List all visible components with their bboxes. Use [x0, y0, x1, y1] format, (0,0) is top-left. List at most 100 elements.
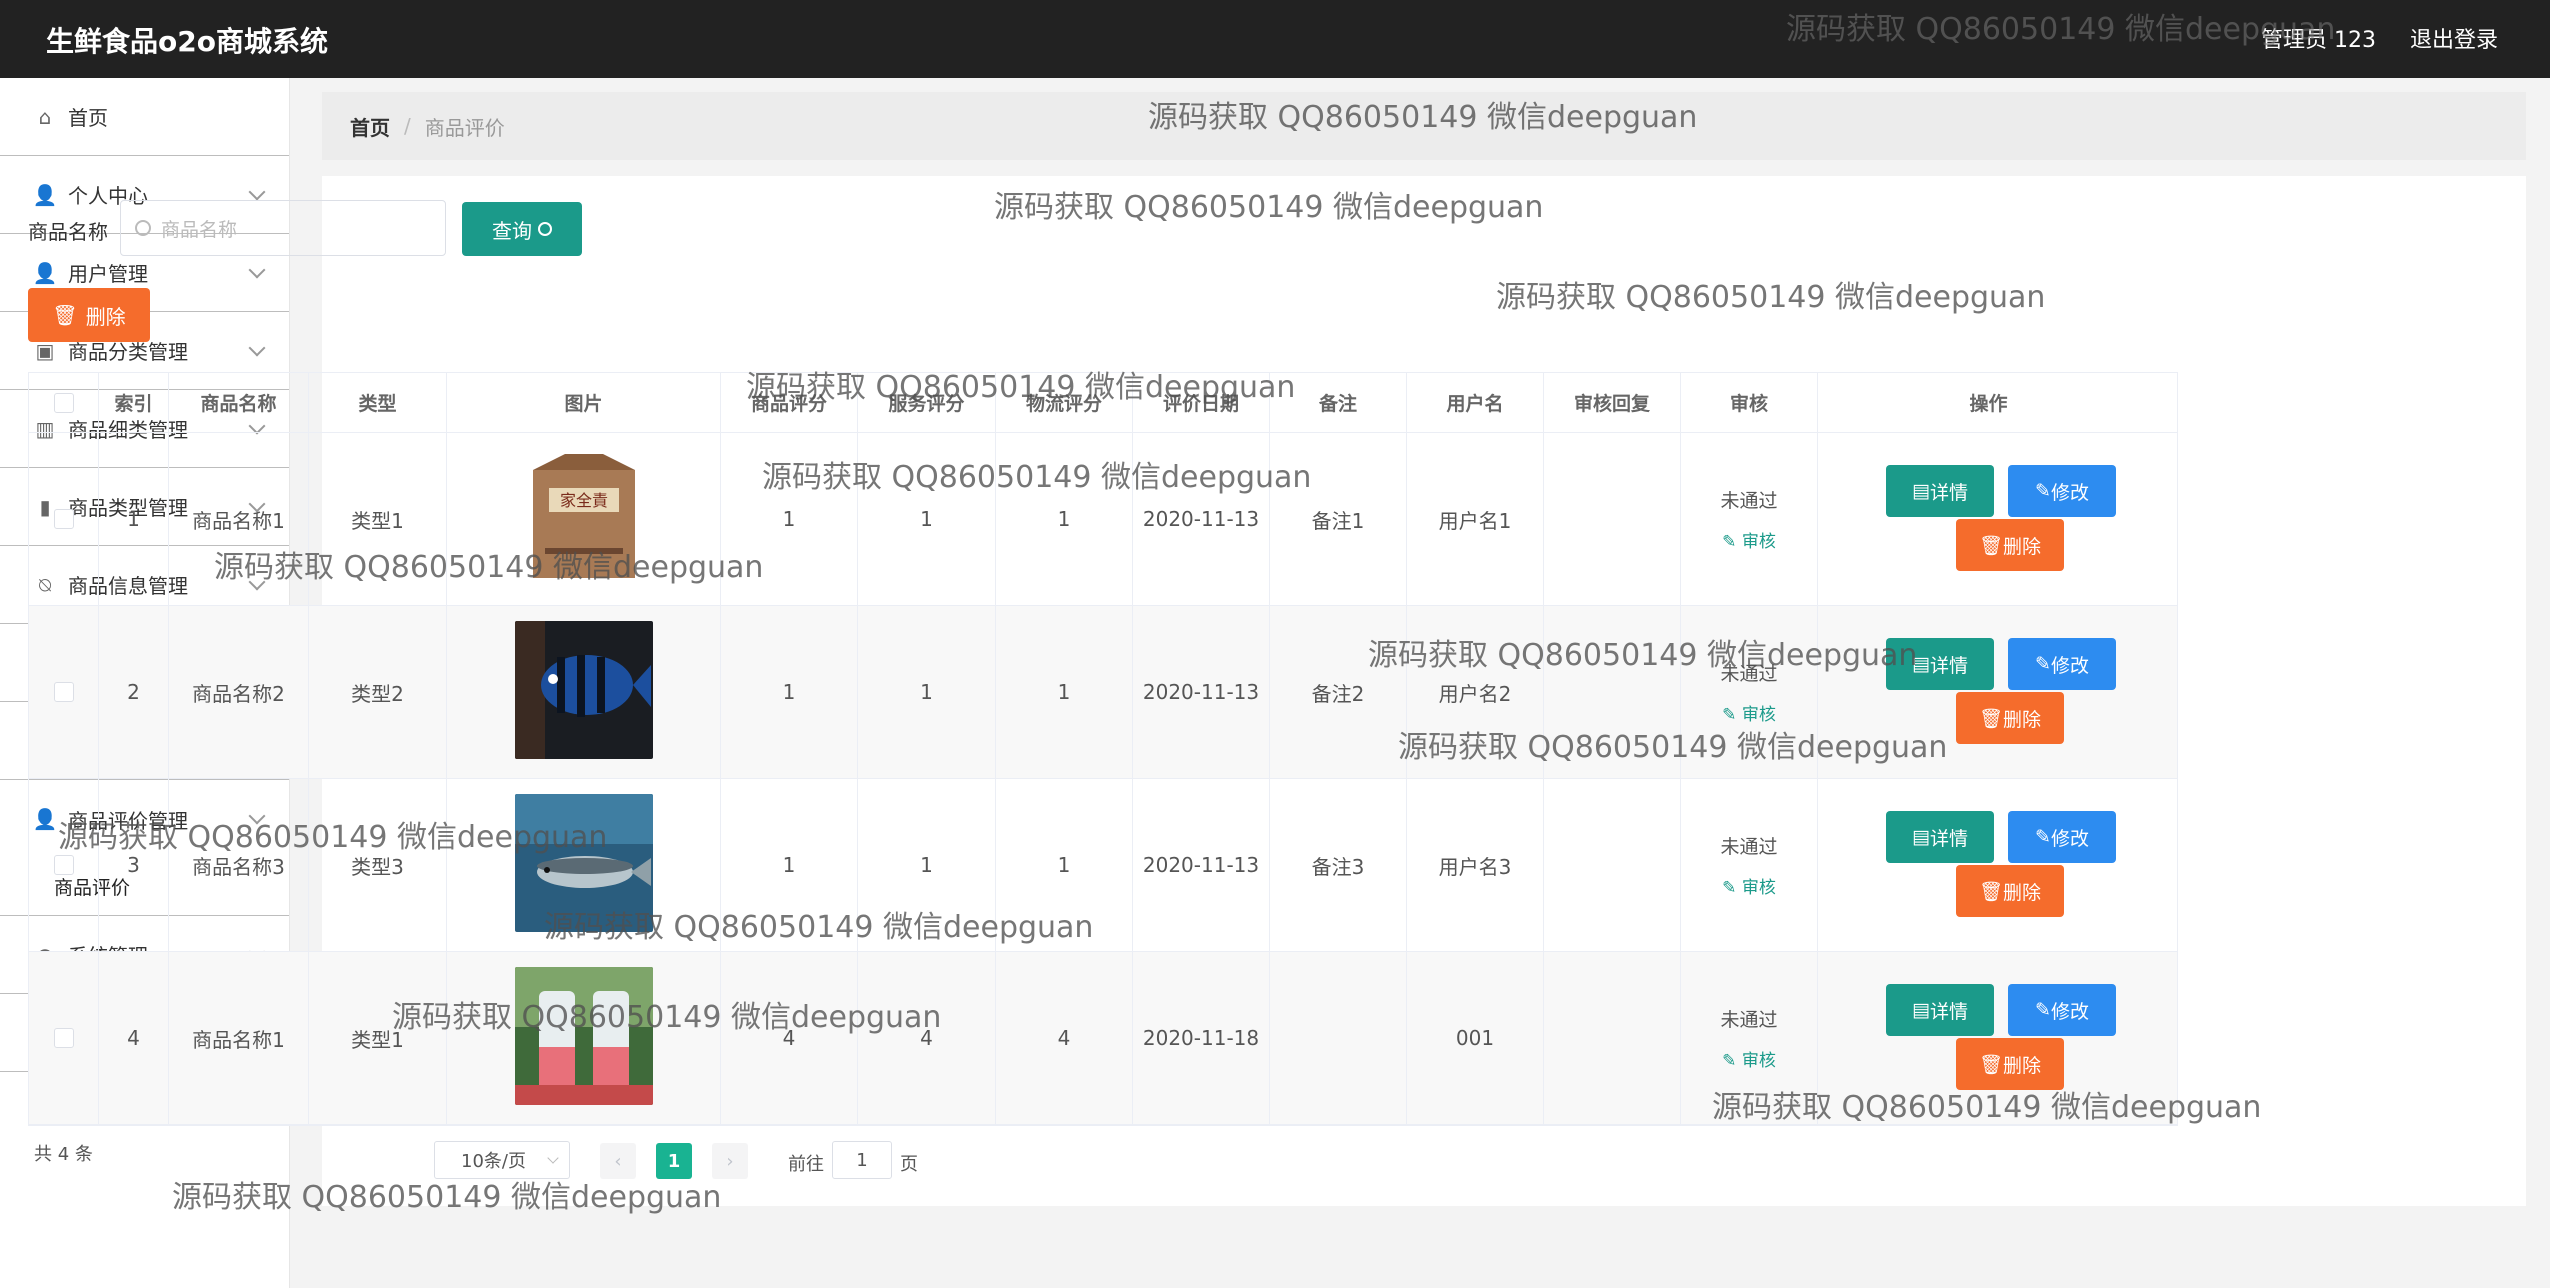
prev-page-button[interactable]: ‹: [600, 1143, 636, 1179]
cell-username: 用户名2: [1407, 606, 1544, 778]
audit-cell: 未通过 ✎ 审核: [1681, 606, 1818, 778]
detail-button-label: 详情: [1929, 827, 1968, 850]
delete-button-label: 删除: [2003, 708, 2042, 731]
product-image: [514, 966, 653, 1110]
column-header: 审核: [1681, 373, 1818, 432]
cell-reply: [1544, 779, 1681, 951]
search-icon: [538, 222, 552, 236]
cell-name: 商品名称2: [169, 606, 309, 778]
edit-button-label: 修改: [2050, 481, 2089, 504]
cell-goods-score: 4: [721, 952, 858, 1124]
row-checkbox[interactable]: [53, 1028, 74, 1048]
cell-username: 用户名1: [1407, 433, 1544, 605]
review-table: 索引 商品名称 类型 图片 商品评分 服务评分 物流评分 评价日期 备注 用户名 审核回复 审核 操作 …: [28, 372, 2178, 1126]
search-input[interactable]: 商品名称: [120, 200, 446, 256]
product-image-cell: [447, 952, 721, 1124]
column-header: 备注: [1270, 373, 1407, 432]
edit-icon: ✎: [2035, 653, 2051, 675]
delete-button[interactable]: 🗑 删除: [1956, 1038, 2064, 1090]
select-all-checkbox-cell: [29, 373, 99, 432]
logout-link[interactable]: 退出登录: [2410, 22, 2498, 54]
query-button[interactable]: 查询: [462, 202, 582, 256]
chevron-down-icon: [547, 1152, 559, 1164]
cell-type: 类型3: [309, 779, 447, 951]
column-header: 评价日期: [1133, 373, 1270, 432]
detail-button[interactable]: ▤ 详情: [1886, 638, 1994, 690]
chevron-down-icon: [248, 261, 266, 279]
select-all-checkbox[interactable]: [53, 392, 74, 413]
goto-page-input[interactable]: 1: [832, 1141, 892, 1179]
next-page-button[interactable]: ›: [712, 1143, 748, 1179]
search-label: 商品名称: [28, 220, 108, 244]
cell-name: 商品名称3: [169, 779, 309, 951]
edit-button[interactable]: ✎ 修改: [2008, 638, 2116, 690]
edit-button[interactable]: ✎ 修改: [2008, 984, 2116, 1036]
cell-type: 类型1: [309, 433, 447, 605]
edit-icon: ✎: [2035, 999, 2051, 1021]
audit-link[interactable]: ✎ 审核: [1722, 527, 1776, 552]
delete-button-label: 删除: [2003, 1054, 2042, 1077]
sidebar-item-label: 首页: [68, 106, 108, 130]
actions-cell: ▤ 详情 ✎ 修改 🗑 删除: [1818, 433, 2159, 605]
cell-goods-score: 1: [721, 433, 858, 605]
column-header: 用户名: [1407, 373, 1544, 432]
edit-icon: ✎: [2035, 480, 2051, 502]
bulk-delete-label: 删除: [85, 304, 126, 329]
delete-button[interactable]: 🗑 删除: [1956, 519, 2064, 571]
table-row: 2 商品名称2 类型2 1 1 1 2020-11-13 备注2 用户名2 未通过 ✎ 审核 ▤ 详情…: [29, 606, 2177, 779]
page-size-value: 10条/页: [461, 1151, 526, 1172]
audit-link[interactable]: ✎ 审核: [1722, 873, 1776, 898]
chevron-down-icon: [248, 339, 266, 357]
delete-button-label: 删除: [2003, 535, 2042, 558]
audit-link[interactable]: ✎ 审核: [1722, 1046, 1776, 1071]
detail-icon: ▤: [1912, 480, 1930, 502]
audit-cell: 未通过 ✎ 审核: [1681, 779, 1818, 951]
detail-button[interactable]: ▤ 详情: [1886, 984, 1994, 1036]
delete-button[interactable]: 🗑 删除: [1956, 865, 2064, 917]
goto-label: 前往: [788, 1154, 824, 1175]
audit-link-label: 审核: [1741, 532, 1776, 552]
detail-button[interactable]: ▤ 详情: [1886, 465, 1994, 517]
breadcrumb: 首页 / 商品评价: [322, 92, 2526, 160]
detail-button[interactable]: ▤ 详情: [1886, 811, 1994, 863]
bulk-delete-button[interactable]: 🗑 删除: [28, 288, 150, 342]
column-header: 索引: [99, 373, 169, 432]
audit-link-label: 审核: [1741, 878, 1776, 898]
trash-icon: 🗑: [52, 303, 78, 327]
column-header: 商品名称: [169, 373, 309, 432]
cell-date: 2020-11-13: [1133, 779, 1270, 951]
cell-username: 用户名3: [1407, 779, 1544, 951]
audit-status: 未通过: [1720, 836, 1778, 858]
chevron-down-icon: [248, 183, 266, 201]
delete-icon: 🗑: [1978, 1053, 2004, 1076]
edit-button[interactable]: ✎ 修改: [2008, 811, 2116, 863]
table-body: 1 商品名称1 类型1 家全責 1 1 1 2020-11-13 备注1 用户名1 未通过 ✎ 审核 ▤…: [29, 433, 2177, 1125]
sidebar-item-0[interactable]: ⌂ 首页: [0, 78, 289, 156]
cell-name: 商品名称1: [169, 952, 309, 1124]
audit-status: 未通过: [1720, 1009, 1778, 1031]
edit-button[interactable]: ✎ 修改: [2008, 465, 2116, 517]
cell-service-score: 1: [858, 433, 996, 605]
page-number-current[interactable]: 1: [656, 1143, 692, 1179]
audit-link[interactable]: ✎ 审核: [1722, 700, 1776, 725]
detail-icon: ▤: [1912, 653, 1930, 675]
cell-date: 2020-11-18: [1133, 952, 1270, 1124]
delete-button[interactable]: 🗑 删除: [1956, 692, 2064, 744]
cell-type: 类型2: [309, 606, 447, 778]
table-header: 索引 商品名称 类型 图片 商品评分 服务评分 物流评分 评价日期 备注 用户名 审核回复 审核 操作: [29, 373, 2177, 433]
cell-service-score: 4: [858, 952, 996, 1124]
audit-cell: 未通过 ✎ 审核: [1681, 952, 1818, 1124]
audit-link-label: 审核: [1741, 1051, 1776, 1071]
breadcrumb-home[interactable]: 首页: [350, 112, 390, 141]
current-user[interactable]: 管理员 123: [2261, 22, 2376, 54]
row-checkbox[interactable]: [53, 855, 74, 875]
table-row: 1 商品名称1 类型1 家全責 1 1 1 2020-11-13 备注1 用户名1 未通过 ✎ 审核 ▤…: [29, 433, 2177, 606]
cell-goods-score: 1: [721, 606, 858, 778]
search-icon: [135, 220, 151, 236]
actions-cell: ▤ 详情 ✎ 修改 🗑 删除: [1818, 779, 2159, 951]
page-size-select[interactable]: 10条/页: [434, 1141, 570, 1179]
row-checkbox[interactable]: [53, 682, 74, 702]
row-checkbox[interactable]: [53, 509, 74, 529]
column-header: 物流评分: [996, 373, 1133, 432]
column-header: 审核回复: [1544, 373, 1681, 432]
